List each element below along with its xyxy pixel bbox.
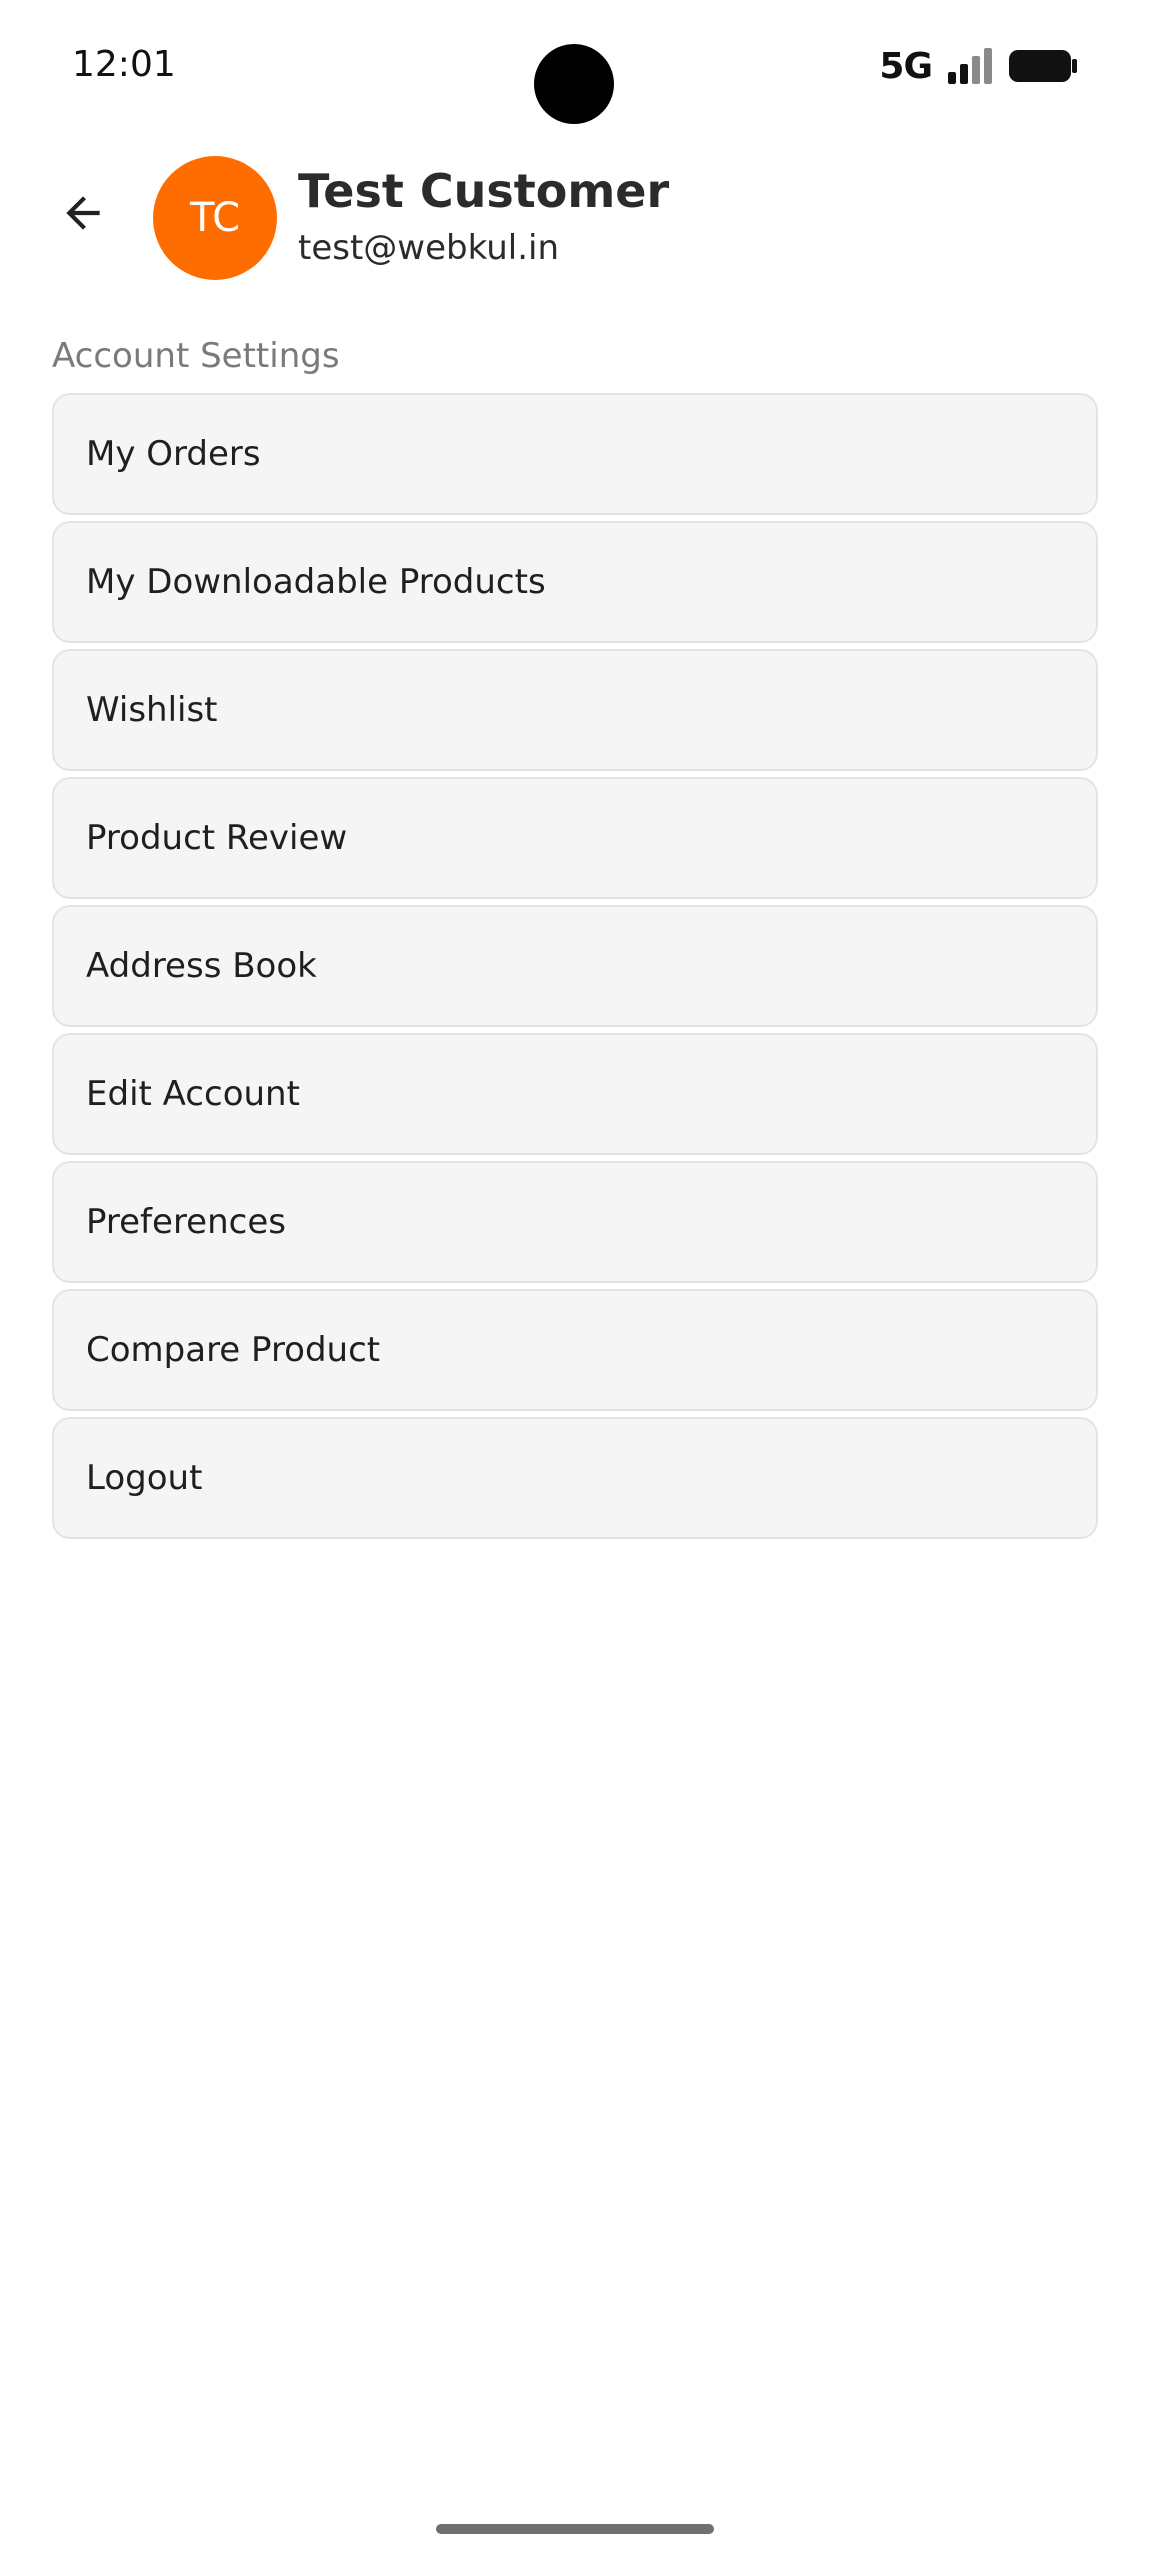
menu-item-my-orders[interactable]: My Orders — [52, 393, 1098, 515]
menu-item-logout[interactable]: Logout — [52, 1417, 1098, 1539]
menu-item-wishlist[interactable]: Wishlist — [52, 649, 1098, 771]
menu-item-label: Preferences — [86, 1202, 286, 1242]
menu-item-label: Product Review — [86, 818, 348, 858]
camera-cutout — [534, 44, 614, 124]
signal-icon — [948, 48, 992, 84]
menu-item-preferences[interactable]: Preferences — [52, 1161, 1098, 1283]
menu-item-label: Edit Account — [86, 1074, 300, 1114]
section-title-account-settings: Account Settings — [52, 336, 340, 376]
home-indicator[interactable] — [436, 2524, 714, 2534]
menu-item-label: Address Book — [86, 946, 317, 986]
menu-item-address-book[interactable]: Address Book — [52, 905, 1098, 1027]
account-settings-menu: My Orders My Downloadable Products Wishl… — [52, 393, 1098, 1545]
avatar: TC — [153, 156, 277, 280]
menu-item-label: My Orders — [86, 434, 261, 474]
menu-item-label: Compare Product — [86, 1330, 381, 1370]
profile-header: TC Test Customer test@webkul.in — [0, 150, 1150, 290]
user-email: test@webkul.in — [298, 228, 560, 268]
back-button[interactable] — [48, 178, 118, 248]
status-bar: 12:01 5G — [0, 0, 1150, 140]
user-name: Test Customer — [298, 164, 670, 218]
menu-item-compare-product[interactable]: Compare Product — [52, 1289, 1098, 1411]
menu-item-label: My Downloadable Products — [86, 562, 546, 602]
network-type-label: 5G — [879, 45, 933, 87]
menu-item-edit-account[interactable]: Edit Account — [52, 1033, 1098, 1155]
avatar-initials: TC — [189, 195, 241, 241]
menu-item-label: Logout — [86, 1458, 203, 1498]
menu-item-product-review[interactable]: Product Review — [52, 777, 1098, 899]
battery-icon — [1009, 50, 1077, 82]
menu-item-label: Wishlist — [86, 690, 218, 730]
status-time: 12:01 — [72, 44, 176, 85]
arrow-back-icon — [66, 196, 100, 230]
status-indicators: 5G — [879, 44, 1078, 88]
menu-item-my-downloadable-products[interactable]: My Downloadable Products — [52, 521, 1098, 643]
